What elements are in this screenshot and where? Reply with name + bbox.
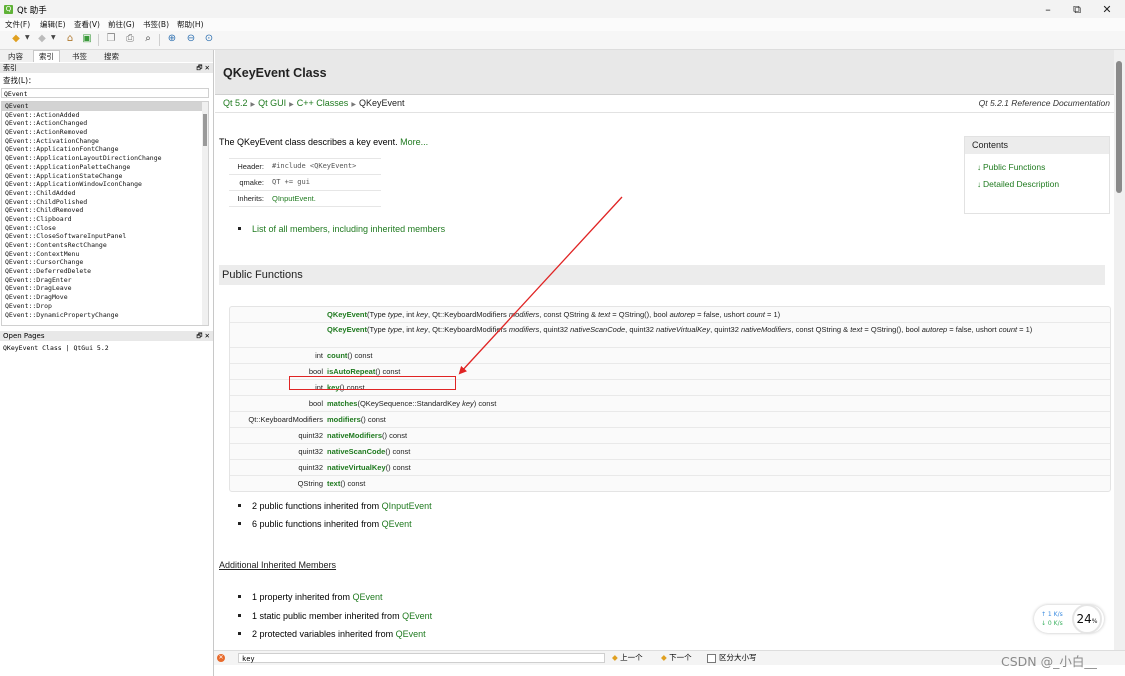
qt-app-icon: Q xyxy=(4,5,13,14)
index-list-item[interactable]: QEvent::ApplicationWindowIconChange xyxy=(2,180,208,189)
checkbox-icon xyxy=(707,653,716,663)
restore-button[interactable]: ⧉ xyxy=(1062,3,1092,17)
open-pages-dock-header: Open Pages 🗗 ✕ xyxy=(0,331,213,341)
index-list-item[interactable]: QEvent::ChildRemoved xyxy=(2,206,208,215)
annotation-arrow xyxy=(458,196,623,375)
index-list-item[interactable]: QEvent::DynamicPropertyChange xyxy=(2,311,208,320)
window-title: Qt 助手 xyxy=(17,6,47,16)
index-list-item[interactable]: QEvent::DragMove xyxy=(2,293,208,302)
usage-percent: 24 xyxy=(1076,612,1092,626)
print-icon[interactable]: ⎙ xyxy=(124,33,136,45)
index-list-item[interactable]: QEvent::ApplicationLayoutDirectionChange xyxy=(2,154,208,163)
zoom-in-icon[interactable]: ⊕ xyxy=(166,33,178,45)
forward-history-caret[interactable]: ▼ xyxy=(51,34,56,41)
title-bar: Q Qt 助手 – ⧉ ✕ xyxy=(0,0,1125,18)
index-list-item[interactable]: QEvent::ActionChanged xyxy=(2,119,208,128)
document-view: QKeyEvent Class Qt 5.2 ▶ Qt GUI ▶ C++ Classe… xyxy=(214,50,1114,650)
open-page-item[interactable]: QKeyEvent Class | QtGui 5.2 xyxy=(3,344,109,352)
usage-percent-sign: % xyxy=(1091,618,1098,625)
find-next-button[interactable]: ◆ 下一个 xyxy=(661,653,692,663)
index-list-item[interactable]: QEvent::ApplicationStateChange xyxy=(2,172,208,181)
find-next-label: 下一个 xyxy=(669,653,692,662)
index-list-item[interactable]: QEvent::Drop xyxy=(2,302,208,311)
find-label: 查找(L)： xyxy=(3,76,36,85)
open-pages-title: Open Pages xyxy=(3,332,45,340)
tab-index[interactable]: 索引 xyxy=(33,50,60,62)
sidebar-tabs: 内容 索引 书签 搜索 xyxy=(0,50,213,62)
index-list-item[interactable]: QEvent xyxy=(2,102,208,111)
case-sensitive-label: 区分大小写 xyxy=(719,653,757,662)
qt-assistant-window: Q Qt 助手 – ⧉ ✕ 文件(F) 编辑(E) 查看(V) 前往(G) 书签… xyxy=(0,0,1125,676)
index-list-item[interactable]: QEvent::ActionRemoved xyxy=(2,128,208,137)
menu-edit[interactable]: 编辑(E) xyxy=(40,19,66,30)
menu-view[interactable]: 查看(V) xyxy=(74,19,100,30)
menu-file[interactable]: 文件(F) xyxy=(5,19,30,30)
index-list-item[interactable]: QEvent::DeferredDelete xyxy=(2,267,208,276)
toolbar-separator xyxy=(98,34,99,46)
forward-icon[interactable]: ◆ xyxy=(36,33,48,45)
find-bar: ✕ key ◆ 上一个 ◆ 下一个 区分大小写 xyxy=(214,650,1125,665)
usage-gauge: 24% xyxy=(1072,604,1102,634)
index-list-item[interactable]: QEvent::ContentsRectChange xyxy=(2,241,208,250)
network-speed-widget: ↑ 1 K/s ↓ 0 K/s 24% xyxy=(1034,604,1104,634)
menu-help[interactable]: 帮助(H) xyxy=(177,19,204,30)
index-list-item[interactable]: QEvent::DragEnter xyxy=(2,276,208,285)
sync-icon[interactable]: ▣ xyxy=(81,33,93,45)
watermark: CSDN @_小白__ xyxy=(1001,654,1097,669)
index-list-item[interactable]: QEvent::ChildPolished xyxy=(2,198,208,207)
back-icon[interactable]: ◆ xyxy=(10,33,22,45)
back-history-caret[interactable]: ▼ xyxy=(25,34,30,41)
index-list-item[interactable]: QEvent::DragLeave xyxy=(2,284,208,293)
index-list-item[interactable]: QEvent::Close xyxy=(2,224,208,233)
index-scrollbar-thumb[interactable] xyxy=(203,114,207,146)
document-scrollbar-thumb[interactable] xyxy=(1116,61,1122,193)
menu-go[interactable]: 前往(G) xyxy=(108,19,135,30)
case-sensitive-checkbox[interactable]: 区分大小写 xyxy=(707,653,757,663)
toolbar-separator xyxy=(159,34,160,46)
download-speed: ↓ 0 K/s xyxy=(1041,620,1063,627)
minimize-button[interactable]: – xyxy=(1033,3,1063,17)
index-list-item[interactable]: QEvent::ApplicationPaletteChange xyxy=(2,163,208,172)
index-list-item[interactable]: QEvent::ApplicationFontChange xyxy=(2,145,208,154)
find-text-input[interactable]: key xyxy=(238,653,605,663)
tab-contents[interactable]: 内容 xyxy=(3,51,28,62)
close-find-icon[interactable]: ✕ xyxy=(217,654,225,662)
sidebar: 内容 索引 书签 搜索 索引 🗗 ✕ 查找(L)： QEvent QEvent Q… xyxy=(0,50,214,676)
index-scrollbar[interactable] xyxy=(202,102,208,325)
find-previous-button[interactable]: ◆ 上一个 xyxy=(612,653,643,663)
dock-float-close-icon[interactable]: 🗗 ✕ xyxy=(196,63,210,73)
index-list-item[interactable]: QEvent::ActionAdded xyxy=(2,111,208,120)
document-scrollbar[interactable] xyxy=(1114,50,1125,650)
arrow-right-icon: ◆ xyxy=(661,653,667,662)
index-dock-title: 索引 xyxy=(3,64,17,72)
index-list-item[interactable]: QEvent::CloseSoftwareInputPanel xyxy=(2,232,208,241)
index-list-item[interactable]: QEvent::ActivationChange xyxy=(2,137,208,146)
index-list-item[interactable]: QEvent::Clipboard xyxy=(2,215,208,224)
tab-search[interactable]: 搜索 xyxy=(99,51,124,62)
upload-speed: ↑ 1 K/s xyxy=(1041,611,1063,618)
index-list-item[interactable]: QEvent::ContextMenu xyxy=(2,250,208,259)
menu-bar: 文件(F) 编辑(E) 查看(V) 前往(G) 书签(B) 帮助(H) xyxy=(0,18,1125,31)
index-dock-header: 索引 🗗 ✕ xyxy=(0,63,213,73)
home-icon[interactable]: ⌂ xyxy=(64,33,76,45)
index-list-item[interactable]: QEvent::ChildAdded xyxy=(2,189,208,198)
annotation-arrow-line xyxy=(458,196,623,375)
zoom-reset-icon[interactable]: ⊙ xyxy=(203,33,215,45)
tab-bookmarks[interactable]: 书签 xyxy=(67,51,92,62)
dock-float-close-icon[interactable]: 🗗 ✕ xyxy=(196,331,210,341)
zoom-out-icon[interactable]: ⊖ xyxy=(185,33,197,45)
close-button[interactable]: ✕ xyxy=(1092,3,1122,17)
find-previous-label: 上一个 xyxy=(620,653,643,662)
arrow-left-icon: ◆ xyxy=(612,653,618,662)
index-list-item[interactable]: QEvent::CursorChange xyxy=(2,258,208,267)
copy-icon[interactable]: ❐ xyxy=(105,33,117,45)
find-icon[interactable]: ⌕ xyxy=(142,33,154,45)
toolbar: ◆ ▼ ◆ ▼ ⌂ ▣ ❐ ⎙ ⌕ ⊕ ⊖ ⊙ xyxy=(0,31,1125,50)
index-search-input[interactable]: QEvent xyxy=(1,88,209,98)
menu-bookmarks[interactable]: 书签(B) xyxy=(143,19,169,30)
index-list[interactable]: QEvent QEvent::ActionAdded QEvent::ActionC… xyxy=(1,101,209,326)
